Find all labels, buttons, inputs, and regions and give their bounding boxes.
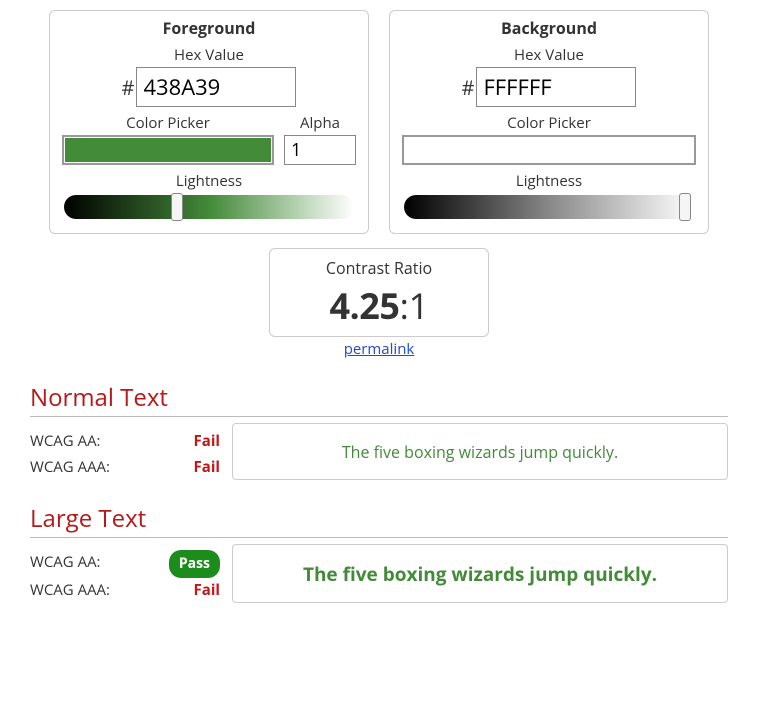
normal-text-heading: Normal Text — [30, 381, 728, 417]
fg-alpha-label: Alpha — [284, 113, 356, 133]
hash-icon: # — [462, 74, 475, 101]
bg-hex-input[interactable] — [476, 67, 636, 107]
large-aaa-label: WCAG AAA: — [30, 578, 110, 604]
normal-results: WCAG AA: Fail WCAG AAA: Fail — [30, 423, 220, 480]
large-sample-text: The five boxing wizards jump quickly. — [303, 561, 657, 587]
normal-aaa-result: Fail — [194, 455, 220, 481]
bg-picker-label: Color Picker — [402, 113, 696, 133]
bg-hex-label: Hex Value — [402, 45, 696, 65]
contrast-ratio-box: Contrast Ratio 4.25:1 — [269, 248, 489, 337]
fg-lightness-thumb[interactable] — [171, 193, 183, 221]
fg-alpha-input[interactable] — [284, 135, 356, 165]
background-panel: Background Hex Value # Color Picker Ligh… — [389, 10, 709, 234]
normal-aa-label: WCAG AA: — [30, 429, 101, 455]
bg-color-picker[interactable] — [402, 135, 696, 165]
ratio-title: Contrast Ratio — [280, 257, 478, 279]
ratio-value: 4.25:1 — [280, 281, 478, 330]
bg-lightness-label: Lightness — [402, 171, 696, 191]
foreground-panel: Foreground Hex Value # Color Picker Alph… — [49, 10, 369, 234]
normal-aaa-label: WCAG AAA: — [30, 455, 110, 481]
bg-lightness-thumb[interactable] — [679, 193, 691, 221]
large-aa-label: WCAG AA: — [30, 550, 101, 578]
ratio-number: 4.25 — [329, 281, 399, 330]
large-results: WCAG AA: Pass WCAG AAA: Fail — [30, 544, 220, 603]
large-text-heading: Large Text — [30, 502, 728, 538]
hash-icon: # — [122, 74, 135, 101]
background-title: Background — [402, 17, 696, 39]
foreground-title: Foreground — [62, 17, 356, 39]
fg-color-picker[interactable] — [62, 135, 274, 165]
normal-sample-text: The five boxing wizards jump quickly. — [342, 441, 618, 463]
normal-aa-result: Fail — [194, 429, 220, 455]
fg-picker-label: Color Picker — [62, 113, 274, 133]
permalink-link[interactable]: permalink — [30, 339, 728, 359]
fg-lightness-slider[interactable] — [64, 195, 354, 219]
fg-hex-input[interactable] — [136, 67, 296, 107]
fg-hex-label: Hex Value — [62, 45, 356, 65]
bg-lightness-slider[interactable] — [404, 195, 694, 219]
fg-lightness-label: Lightness — [62, 171, 356, 191]
large-aa-result: Pass — [169, 550, 220, 578]
large-aaa-result: Fail — [194, 578, 220, 604]
large-sample-box: The five boxing wizards jump quickly. — [232, 544, 728, 603]
ratio-suffix: :1 — [399, 281, 428, 330]
normal-sample-box: The five boxing wizards jump quickly. — [232, 423, 728, 480]
